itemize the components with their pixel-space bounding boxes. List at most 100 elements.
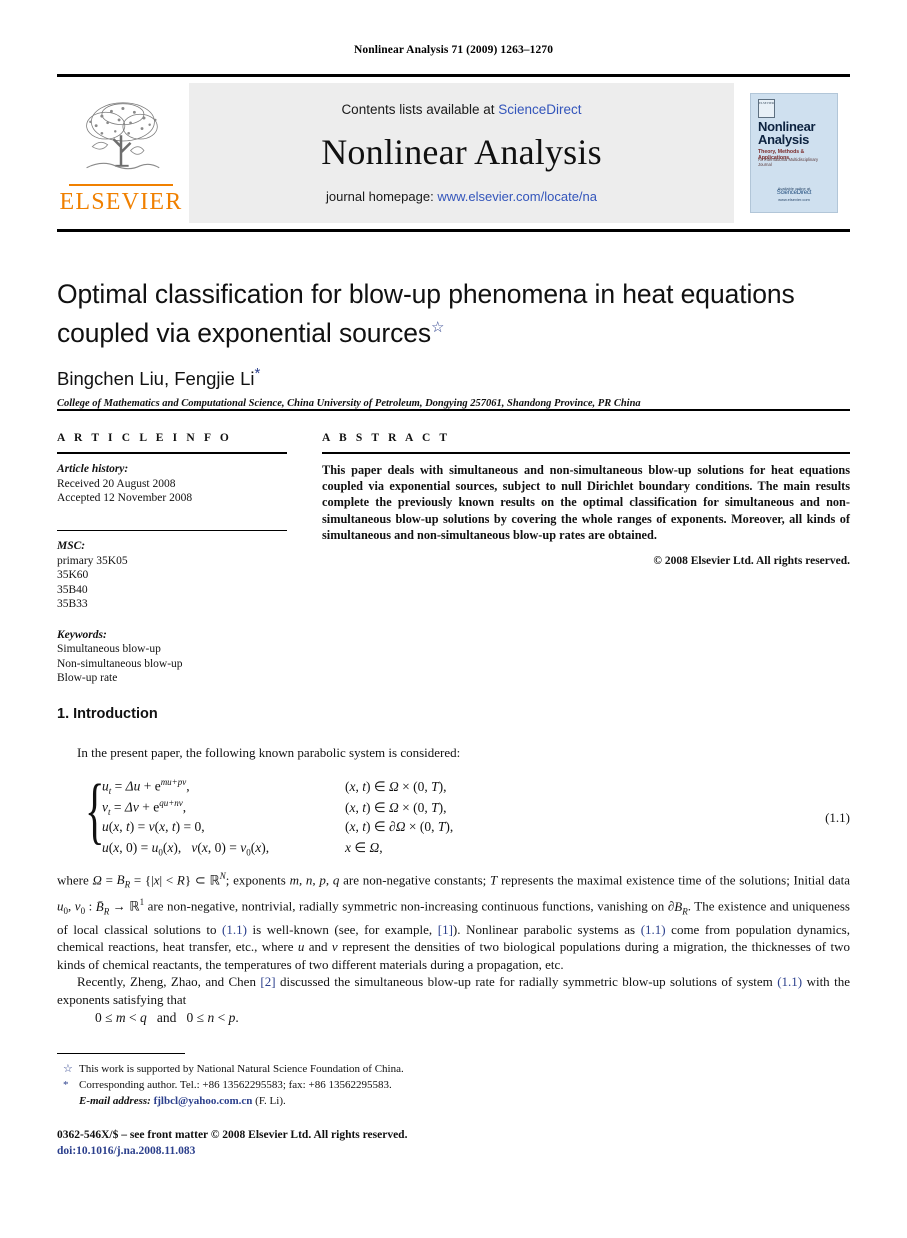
abstract-divider: [322, 452, 850, 454]
equation-lhs: u(x, 0) = u0(x), v(x, 0) = v0(x),: [102, 840, 270, 858]
elsevier-logo: ELSEVIER: [57, 77, 185, 229]
equation-crossref[interactable]: (1.1): [222, 922, 247, 937]
intro-paragraph-2: where Ω = BR = {|x| < R} ⊂ ℝN; exponents…: [57, 871, 850, 1007]
keywords-label: Keywords:: [57, 628, 107, 641]
article-title-line2: coupled via exponential sources: [57, 317, 432, 348]
journal-title: Nonlinear Analysis: [321, 132, 602, 172]
email-label: E-mail address:: [79, 1095, 151, 1107]
abstract-text: This paper deals with simultaneous and n…: [322, 463, 850, 542]
page-title: Optimal classification for blow-up pheno…: [57, 278, 850, 350]
title-footnote-marker[interactable]: ☆: [431, 319, 444, 336]
article-title-block: Optimal classification for blow-up pheno…: [57, 278, 850, 409]
exponent-condition: 0 ≤ m < q and 0 ≤ n < p.: [95, 1010, 239, 1025]
equation-lhs: ut = Δu + emu+pv,: [102, 777, 190, 797]
msc-item: 35K60: [57, 569, 89, 581]
equation-rhs: (x, t) ∈ Ω × (0, T),: [345, 778, 447, 794]
equation-rhs: (x, t) ∈ Ω × (0, T),: [345, 799, 447, 815]
keyword-item: Simultaneous blow-up: [57, 643, 161, 655]
journal-masthead: ELSEVIER Contents lists available at Sci…: [57, 74, 850, 232]
journal-cover-thumbnail: ELSEVIER Nonlinear Analysis Theory, Meth…: [750, 93, 838, 213]
equation-row: u(x, t) = v(x, t) = 0, (x, t) ∈ ∂Ω × (0,…: [102, 819, 722, 840]
cover-elsevier-logo: ELSEVIER: [758, 99, 775, 118]
intro-paragraph-1: In the present paper, the following know…: [57, 744, 850, 762]
msc-item: primary 35K05: [57, 554, 128, 567]
msc-block: MSC: primary 35K05 35K60 35B40 35B33: [57, 539, 287, 612]
article-history-label: Article history:: [57, 463, 129, 475]
footnote-marker-corresponding: *: [63, 1079, 69, 1091]
email-link[interactable]: fjlbcl@yahoo.com.cn: [154, 1095, 253, 1107]
msc-item: 35B33: [57, 598, 88, 610]
history-accepted: Accepted 12 November 2008: [57, 492, 193, 504]
journal-banner: Contents lists available at ScienceDirec…: [189, 83, 734, 223]
cover-footer-publisher: www.elsevier.com: [778, 196, 810, 202]
running-head: Nonlinear Analysis 71 (2009) 1263–1270: [353, 44, 554, 56]
contents-available-line: Contents lists available at ScienceDirec…: [341, 102, 581, 117]
doi-link[interactable]: doi:10.1016/j.na.2008.11.083: [57, 1144, 407, 1160]
cover-title-line2: Analysis: [758, 131, 810, 147]
author-affiliation: College of Mathematics and Computational…: [57, 397, 641, 409]
keyword-item: Non-simultaneous blow-up: [57, 657, 183, 670]
citation-ref-2[interactable]: [2]: [260, 974, 275, 989]
section-title: Introduction: [73, 706, 158, 722]
footnote-corresponding: * Corresponding author. Tel.: +86 135622…: [57, 1078, 850, 1093]
corresponding-author-marker[interactable]: *: [254, 365, 260, 382]
info-spacer-2: [57, 612, 287, 628]
author-list: Bingchen Liu, Fengjie Li*: [57, 365, 850, 390]
homepage-prefix: journal homepage:: [326, 189, 438, 204]
contents-prefix: Contents lists available at: [341, 102, 499, 117]
journal-cover-block: ELSEVIER Nonlinear Analysis Theory, Meth…: [738, 77, 850, 229]
info-spacer-1: [57, 506, 287, 522]
footnote-divider: [57, 1053, 185, 1054]
equation-lhs: vt = Δv + equ+nv,: [102, 798, 187, 818]
intro-lead-text: In the present paper, the following know…: [77, 745, 461, 760]
msc-item: 35B40: [57, 583, 88, 596]
journal-homepage-link[interactable]: www.elsevier.com/locate/na: [437, 189, 597, 204]
footnote-email: E-mail address: fjlbcl@yahoo.com.cn (F. …: [57, 1094, 850, 1109]
email-author: (F. Li).: [255, 1095, 286, 1107]
keyword-item: Blow-up rate: [57, 672, 118, 684]
elsevier-divider: [69, 183, 173, 186]
section-heading-introduction: 1. Introduction: [57, 706, 158, 722]
title-divider: [57, 409, 850, 411]
abstract-heading: A B S T R A C T: [322, 432, 451, 444]
issn-copyright-block: 0362-546X/$ – see front matter © 2008 El…: [57, 1128, 407, 1159]
journal-homepage-line: journal homepage: www.elsevier.com/locat…: [326, 189, 597, 204]
citation-ref-1[interactable]: [1]: [438, 922, 453, 937]
paper-page: Nonlinear Analysis 71 (2009) 1263–1270 E…: [0, 0, 907, 1238]
article-title-line1: Optimal classification for blow-up pheno…: [57, 279, 795, 309]
abstract-copyright: © 2008 Elsevier Ltd. All rights reserved…: [653, 555, 850, 568]
keywords-block: Keywords: Simultaneous blow-up Non-simul…: [57, 628, 287, 686]
history-received: Received 20 August 2008: [57, 477, 176, 490]
cover-title: Nonlinear Analysis: [758, 120, 832, 147]
equation-row: u(x, 0) = u0(x), v(x, 0) = v0(x), x ∈ Ω,: [102, 840, 722, 861]
footnote-corresponding-text: Corresponding author. Tel.: +86 13562295…: [79, 1079, 392, 1091]
footnotes-block: ☆ This work is supported by National Nat…: [57, 1062, 850, 1110]
equation-row: vt = Δv + equ+nv, (x, t) ∈ Ω × (0, T),: [102, 798, 722, 819]
section-number: 1.: [57, 706, 70, 722]
article-info-column: A R T I C L E I N F O Article history: R…: [57, 432, 287, 686]
equation-row: ut = Δu + emu+pv, (x, t) ∈ Ω × (0, T),: [102, 777, 722, 798]
equation-rhs: x ∈ Ω,: [345, 840, 383, 855]
issn-line: 0362-546X/$ – see front matter © 2008 El…: [57, 1129, 408, 1141]
equation-crossref[interactable]: (1.1): [641, 922, 666, 937]
abstract-column: A B S T R A C T This paper deals with si…: [322, 432, 850, 567]
sciencedirect-link[interactable]: ScienceDirect: [498, 102, 581, 117]
msc-divider: [57, 529, 287, 531]
article-info-heading: A R T I C L E I N F O: [57, 432, 232, 444]
cover-subtitle-secondary: An International Multidisciplinary Journ…: [758, 157, 819, 167]
article-info-divider: [57, 452, 287, 454]
elsevier-wordmark: ELSEVIER: [59, 188, 183, 215]
footnote-funding: ☆ This work is supported by National Nat…: [57, 1062, 850, 1077]
article-history-block: Article history: Received 20 August 2008…: [57, 462, 287, 506]
footnote-funding-text: This work is supported by National Natur…: [79, 1063, 404, 1075]
footnote-marker-funding: ☆: [63, 1063, 73, 1075]
msc-label: MSC:: [57, 540, 86, 552]
author-names: Bingchen Liu, Fengjie Li: [57, 367, 255, 389]
equation-lhs: u(x, t) = v(x, t) = 0,: [102, 819, 205, 834]
equation-crossref[interactable]: (1.1): [777, 974, 802, 989]
equation-rows: ut = Δu + emu+pv, (x, t) ∈ Ω × (0, T), v…: [102, 777, 722, 861]
equation-rhs: (x, t) ∈ ∂Ω × (0, T),: [345, 819, 454, 834]
cover-footer: Available online at ScienceDirect www.el…: [751, 186, 837, 203]
elsevier-tree-icon: [86, 101, 160, 169]
equation-number: (1.1): [825, 810, 850, 825]
